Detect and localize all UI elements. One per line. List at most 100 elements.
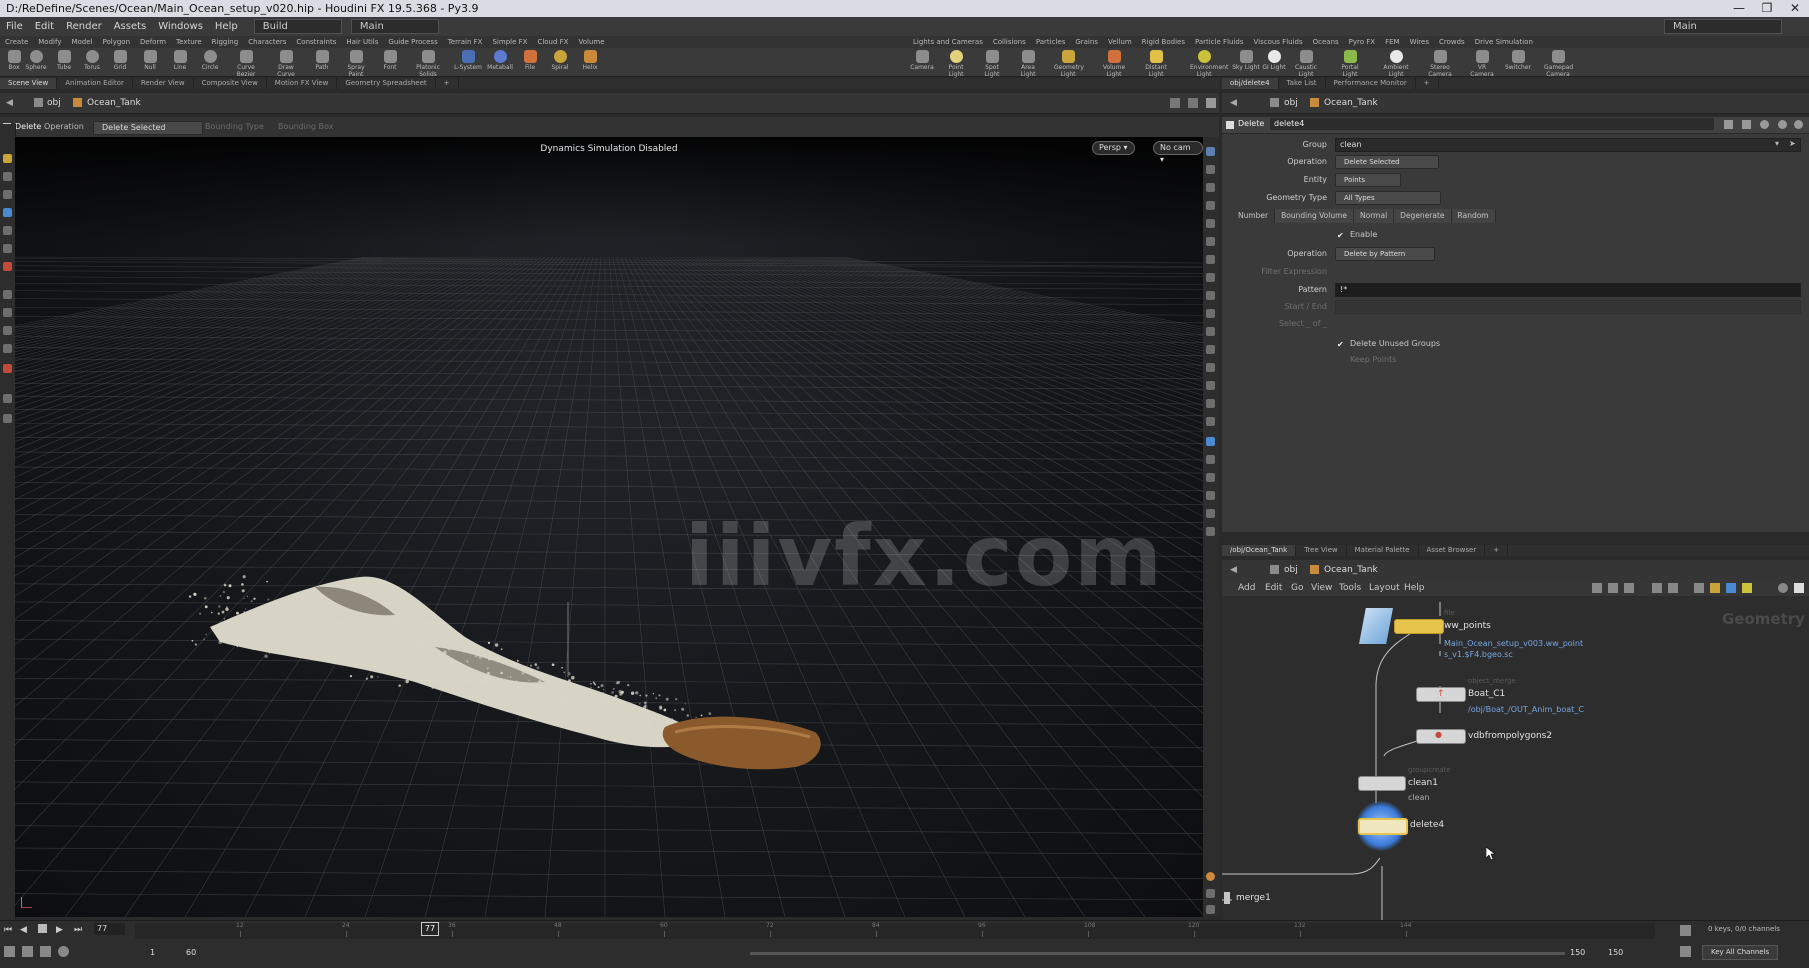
network-editor[interactable]: Geometry file ww_points Main_Ocean_setup… [1222,596,1809,920]
menu-render[interactable]: Render [60,17,108,36]
help-icon[interactable] [1778,120,1787,129]
play-icon[interactable]: ▶ [56,925,63,935]
tab-motion-fx-view[interactable]: Motion FX View [267,78,338,89]
node-vdbfrompolygons2[interactable]: ● [1416,729,1466,744]
tool-torus[interactable]: Torus [78,50,106,71]
tab-render-view[interactable]: Render View [133,78,194,89]
tool-spiral[interactable]: Spiral [546,50,574,71]
stop-icon[interactable] [38,924,47,933]
shelf-tab[interactable]: Deform [135,36,171,48]
scale-icon[interactable] [3,208,12,217]
menu-layout[interactable]: Layout [1369,580,1400,596]
tool-stereo-camera[interactable]: Stereo Camera [1426,50,1454,78]
range-end-b[interactable]: 150 [1608,948,1623,957]
back-icon[interactable]: ◀ [1230,93,1237,113]
grid-view-icon[interactable] [1652,583,1662,593]
tool-area-light[interactable]: Area Light [1014,50,1042,78]
tool-file[interactable]: File [516,50,544,71]
menu-windows[interactable]: Windows [152,17,209,36]
tool-camera[interactable]: Camera [908,50,936,71]
path-obj[interactable]: obj [1284,560,1298,580]
enable-checkbox[interactable]: ✔ [1337,231,1346,240]
record-icon[interactable] [3,364,12,373]
shelf-tab[interactable]: FEM [1380,36,1405,48]
render-icon[interactable] [1206,381,1215,390]
move-icon[interactable] [3,172,12,181]
back-icon[interactable]: ◀ [6,93,13,113]
tool-spot-light[interactable]: Spot Light [978,50,1006,78]
grid-toggle-icon[interactable] [1206,889,1215,898]
shape-icon[interactable] [1726,583,1736,593]
channel-icon[interactable] [1680,946,1691,957]
shelf-tab[interactable]: Cloud FX [532,36,573,48]
subtab-number[interactable]: Number [1232,209,1276,223]
loop-icon[interactable] [22,946,33,957]
node-clean1[interactable] [1358,776,1406,791]
ghost-icon[interactable] [1206,309,1215,318]
brush-icon[interactable] [3,262,12,271]
step-back-icon[interactable]: ◀ [20,925,27,935]
start-end-field[interactable] [1335,300,1801,314]
shelf-tab[interactable]: Vellum [1103,36,1137,48]
tool-circle[interactable]: Circle [196,50,224,71]
menu-edit[interactable]: Edit [29,17,60,36]
guides-icon[interactable] [1206,363,1215,372]
add-tab-icon[interactable]: + [436,78,459,89]
tool-platonic[interactable]: Platonic Solids [414,50,442,78]
shelf-tab[interactable]: Drive Simulation [1470,36,1538,48]
snap-icon[interactable] [3,308,12,317]
node-ww-points[interactable] [1394,619,1444,634]
add-tab-icon[interactable]: + [1416,78,1439,89]
pin-icon[interactable] [1206,527,1215,536]
search-icon[interactable] [1760,120,1769,129]
menu-help[interactable]: Help [1404,580,1425,596]
fullscreen-icon[interactable] [1206,905,1215,914]
shelf-tab[interactable]: Characters [243,36,291,48]
tab-asset-browser[interactable]: Asset Browser [1419,545,1486,556]
range-slider[interactable] [750,952,1565,955]
sticky-note-icon[interactable] [1742,583,1752,593]
realtime-icon[interactable] [4,946,15,957]
handle-icon[interactable] [3,226,12,235]
subtab-degenerate[interactable]: Degenerate [1394,209,1452,223]
tool-spray-paint[interactable]: Spray Paint [342,50,370,78]
shelf-tab[interactable]: Guide Process [383,36,442,48]
tab-geometry-spreadsheet[interactable]: Geometry Spreadsheet [337,78,436,89]
context-dropdown[interactable]: Main [350,19,439,34]
merge-node-stub[interactable] [1224,892,1230,904]
right-desktop-dropdown[interactable]: Main [1664,19,1782,34]
tool-null[interactable]: Null [136,50,164,71]
key-all-channels-button[interactable]: Key All Channels [1702,945,1779,960]
shelf-tab[interactable]: Particle Fluids [1190,36,1249,48]
normals-icon[interactable] [1206,255,1215,264]
stereo-icon[interactable] [1206,455,1215,464]
maximize-pane-icon[interactable] [1794,583,1804,593]
operation-dropdown[interactable]: Delete Selected [1335,155,1439,169]
shelf-tab[interactable]: Polygon [98,36,136,48]
group-dropdown-arrow-icon[interactable]: ▾ [1775,139,1779,148]
key-icon[interactable] [40,946,51,957]
tab-performance-monitor[interactable]: Performance Monitor [1326,78,1416,89]
shelf-tab[interactable]: Texture [171,36,207,48]
shelf-tab[interactable]: Wires [1405,36,1434,48]
display-option-icon[interactable] [1206,147,1215,156]
shelf-tab[interactable]: Collisions [988,36,1031,48]
node-boat-c1[interactable]: ↑ [1416,687,1466,702]
camera-tool-icon[interactable] [3,394,12,403]
tab-composite-view[interactable]: Composite View [194,78,267,89]
group-field[interactable]: clean [1335,138,1801,152]
pose-icon[interactable] [3,244,12,253]
tool-metaball[interactable]: Metaball [486,50,514,71]
find-icon[interactable] [1778,583,1788,593]
tool-line[interactable]: Line [166,50,194,71]
isolate-icon[interactable] [1206,437,1215,446]
shelf-tab[interactable]: Viscous Fluids [1249,36,1308,48]
num-operation-dropdown[interactable]: Delete by Pattern [1335,247,1435,261]
node-delete4[interactable] [1358,818,1408,835]
tool-gi-light[interactable]: GI Light [1260,50,1288,71]
tool-point-light[interactable]: Point Light [942,50,970,78]
shelf-tab[interactable]: Lights and Cameras [908,36,988,48]
background-icon[interactable] [1206,237,1215,246]
select-arrow-icon[interactable]: ➤ [1789,139,1796,148]
tab-take-list[interactable]: Take List [1279,78,1326,89]
